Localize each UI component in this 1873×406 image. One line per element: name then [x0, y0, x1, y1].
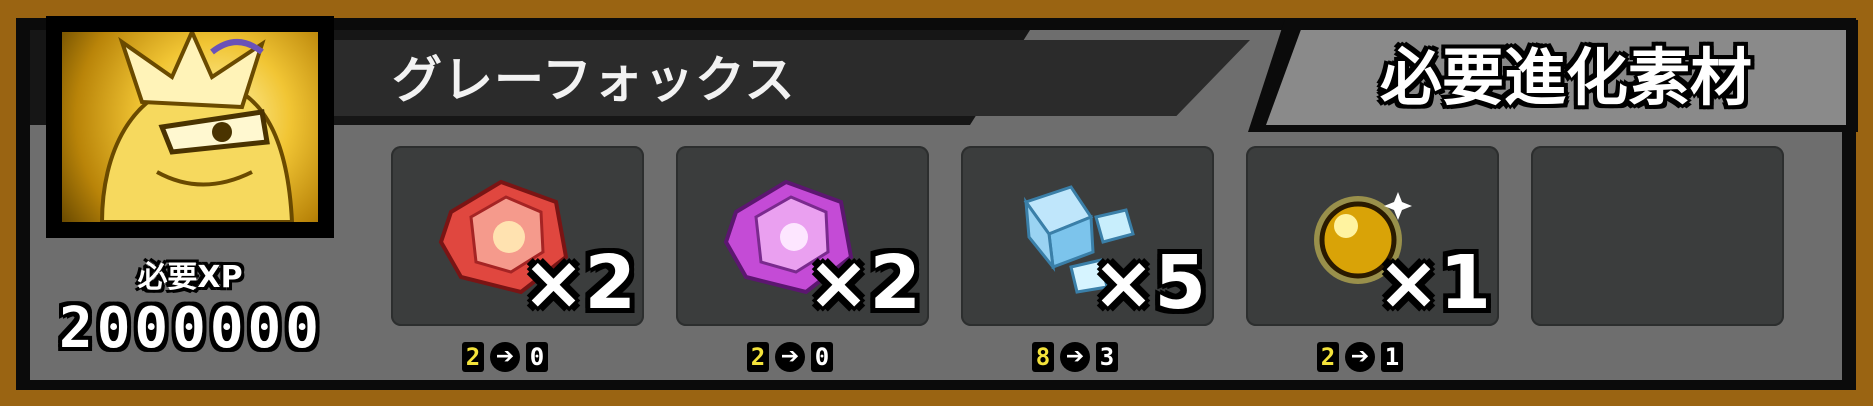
- stock-before: 2: [1317, 342, 1339, 372]
- unit-portrait[interactable]: [62, 32, 318, 222]
- arrow-right-icon: ➔: [775, 342, 805, 372]
- material-slot-5-empty: [1531, 146, 1784, 326]
- xp-value: 2000000: [58, 296, 323, 361]
- arrow-right-icon: ➔: [1060, 342, 1090, 372]
- stock-indicator-1: 2 ➔ 0: [462, 340, 548, 374]
- material-qty: ×2: [807, 240, 922, 326]
- material-qty: ×1: [1377, 240, 1492, 326]
- stock-before: 2: [462, 342, 484, 372]
- stock-indicator-4: 2 ➔ 1: [1317, 340, 1403, 374]
- material-slot-1[interactable]: ×2: [391, 146, 644, 326]
- material-qty: ×2: [522, 240, 637, 326]
- arrow-right-icon: ➔: [490, 342, 520, 372]
- xp-label: 必要XP: [137, 260, 243, 295]
- stock-after: 0: [526, 342, 548, 372]
- stock-after: 0: [811, 342, 833, 372]
- panel-title: 必要進化素材: [1379, 41, 1752, 114]
- material-slot-2[interactable]: ×2: [676, 146, 929, 326]
- stock-after: 3: [1096, 342, 1118, 372]
- material-qty: ×5: [1092, 240, 1207, 326]
- unit-name: グレーフォックス: [392, 51, 796, 109]
- stock-indicator-2: 2 ➔ 0: [747, 340, 833, 374]
- stock-indicator-3: 8 ➔ 3: [1032, 340, 1118, 374]
- unit-portrait-icon: [99, 32, 295, 222]
- stock-before: 8: [1032, 342, 1054, 372]
- material-slot-4[interactable]: ×1: [1246, 146, 1499, 326]
- stock-before: 2: [747, 342, 769, 372]
- arrow-right-icon: ➔: [1345, 342, 1375, 372]
- material-slot-3[interactable]: ×5: [961, 146, 1214, 326]
- stock-after: 1: [1381, 342, 1403, 372]
